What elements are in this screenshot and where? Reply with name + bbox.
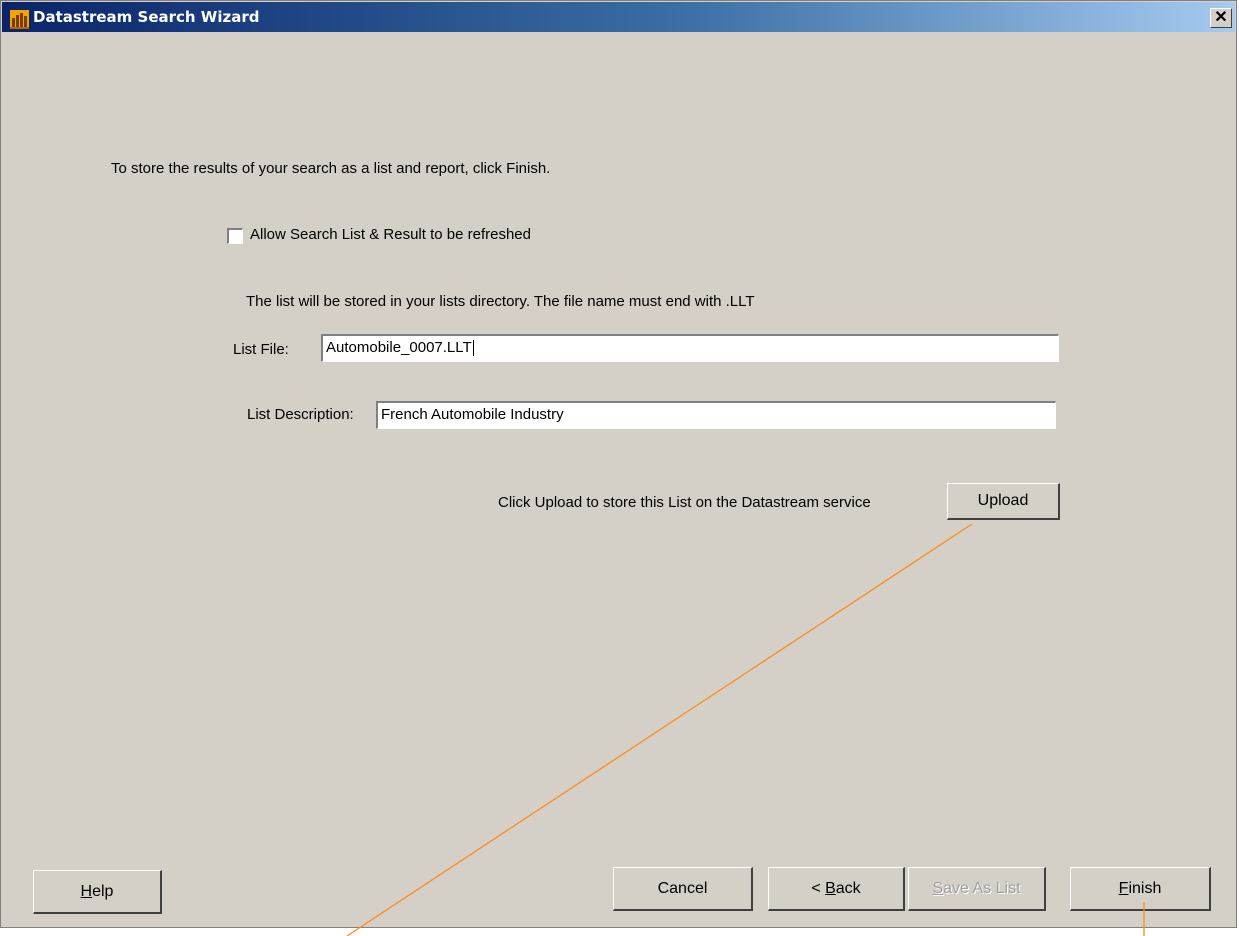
upload-annotation-line [346,523,973,936]
annotation-overlay [346,523,1145,936]
